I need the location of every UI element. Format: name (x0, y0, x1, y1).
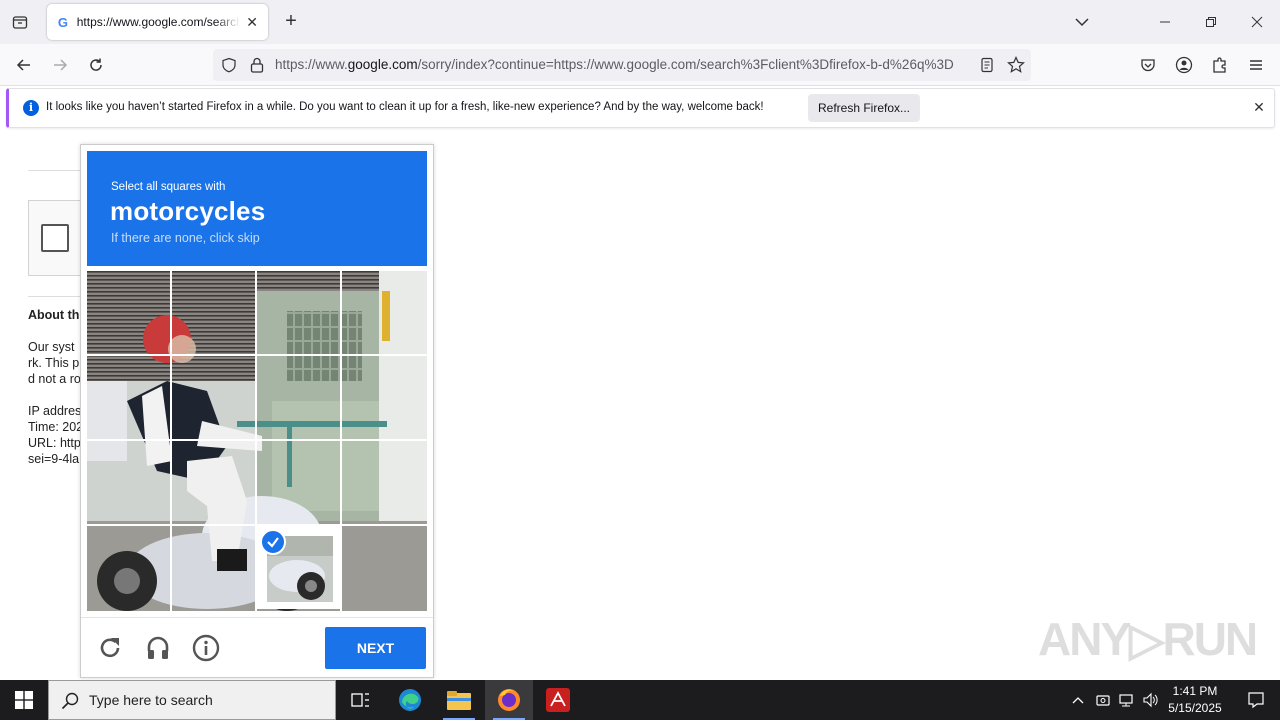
restore-window-icon[interactable] (1188, 0, 1234, 44)
bookmark-star-icon[interactable] (1007, 56, 1025, 79)
recaptcha-checkbox-widget[interactable] (28, 200, 88, 276)
firefox-icon[interactable] (485, 680, 533, 720)
address-bar[interactable]: https://www.google.com/sorry/index?conti… (213, 49, 1031, 81)
forward-arrow-icon[interactable] (45, 50, 75, 80)
windows-start-icon[interactable] (0, 680, 48, 720)
grid-tile[interactable] (342, 356, 425, 439)
grid-tile[interactable] (342, 271, 425, 354)
acrobat-reader-icon[interactable] (534, 680, 582, 720)
clock-time: 1:41 PM (1172, 684, 1218, 698)
grid-tile[interactable] (172, 356, 255, 439)
close-window-icon[interactable] (1234, 0, 1280, 44)
grid-tile[interactable] (172, 271, 255, 354)
grid-tile[interactable] (87, 271, 170, 354)
url-line: URL: http (28, 436, 81, 450)
task-view-icon[interactable] (336, 680, 384, 720)
next-button[interactable]: NEXT (325, 627, 426, 669)
about-heading: About th (28, 308, 80, 322)
reload-icon[interactable] (81, 50, 111, 80)
meet-now-icon[interactable] (1092, 680, 1114, 720)
checkmark-icon (260, 529, 286, 555)
challenge-target: motorcycles (110, 196, 266, 226)
refresh-firefox-button[interactable]: Refresh Firefox... (808, 94, 920, 122)
recaptcha-challenge-dialog: Select all squares with motorcycles If t… (80, 144, 434, 678)
grid-tile[interactable] (257, 356, 340, 439)
grid-tile[interactable] (257, 441, 340, 524)
extensions-puzzle-icon[interactable] (1205, 50, 1235, 80)
windows-taskbar: Type here to search 1:41 PM 5/15/2025 (0, 680, 1280, 720)
sei-line: sei=9-4la (28, 452, 80, 466)
url-path: /sorry/index?continue=https://www.google… (417, 57, 954, 72)
volume-speaker-icon[interactable] (1139, 680, 1161, 720)
notification-center-icon[interactable] (1232, 680, 1280, 720)
help-info-icon[interactable] (191, 633, 221, 663)
grid-tile[interactable] (257, 271, 340, 354)
anyrun-watermark-logo: ANY▷RUN (1038, 613, 1258, 665)
back-arrow-icon[interactable] (9, 50, 39, 80)
page-text-line: Our syst (28, 340, 75, 354)
grid-tile[interactable] (342, 526, 425, 609)
ip-address-line: IP addres (28, 404, 82, 418)
reload-challenge-icon[interactable] (95, 633, 125, 663)
time-line: Time: 202 (28, 420, 84, 434)
grid-tile[interactable] (172, 441, 255, 524)
grid-tile[interactable] (87, 441, 170, 524)
challenge-hint: If there are none, click skip (111, 231, 260, 245)
notification-message: It looks like you haven’t started Firefo… (46, 101, 764, 113)
file-explorer-icon[interactable] (435, 680, 483, 720)
page-text-line: rk. This p (28, 356, 80, 370)
menu-hamburger-icon[interactable] (1241, 50, 1271, 80)
close-notification-icon[interactable]: ✕ (1250, 99, 1268, 117)
grid-tile[interactable] (172, 526, 255, 609)
taskbar-search-placeholder: Type here to search (89, 692, 213, 708)
search-icon (61, 692, 79, 715)
challenge-footer: NEXT (81, 617, 433, 677)
network-icon[interactable] (1115, 680, 1137, 720)
list-all-tabs-icon[interactable] (1072, 12, 1092, 32)
system-clock[interactable]: 1:41 PM 5/15/2025 (1163, 683, 1227, 717)
tab-strip: G https://www.google.com/search?client=f… (0, 0, 1280, 44)
tab-title: https://www.google.com/search?client=fir… (76, 15, 241, 29)
challenge-image-grid (87, 271, 427, 611)
divider (28, 296, 88, 297)
url-text[interactable]: https://www.google.com/sorry/index?conti… (275, 57, 971, 72)
grid-tile[interactable] (87, 526, 170, 609)
challenge-instruction: Select all squares with (111, 181, 226, 193)
close-tab-icon[interactable]: ✕ (244, 14, 260, 31)
taskbar-search-box[interactable]: Type here to search (48, 680, 336, 720)
notification-bar: i It looks like you haven’t started Fire… (6, 88, 1275, 128)
browser-tab[interactable]: G https://www.google.com/search?client=f… (47, 4, 268, 40)
pocket-icon[interactable] (1133, 50, 1163, 80)
audio-challenge-headphones-icon[interactable] (143, 633, 173, 663)
page-text-line: d not a ro (28, 372, 81, 386)
reader-view-icon[interactable] (979, 57, 995, 78)
grid-tile[interactable] (87, 356, 170, 439)
grid-tile-selected[interactable] (257, 526, 340, 609)
clock-date: 5/15/2025 (1168, 701, 1222, 715)
minimize-window-icon[interactable] (1142, 0, 1188, 44)
account-icon[interactable] (1169, 50, 1199, 80)
edge-browser-icon[interactable] (386, 680, 434, 720)
recaptcha-checkbox[interactable] (41, 224, 69, 252)
show-hidden-icons-chevron-icon[interactable] (1066, 680, 1090, 720)
url-prefix: https://www. (275, 57, 348, 72)
info-icon: i (23, 100, 39, 116)
firefox-view-icon[interactable] (6, 8, 34, 36)
divider (28, 170, 88, 171)
google-favicon-icon: G (57, 14, 68, 30)
tracking-protection-shield-icon[interactable] (221, 57, 237, 78)
url-domain: google.com (347, 57, 418, 72)
navigation-toolbar: https://www.google.com/sorry/index?conti… (0, 44, 1280, 86)
new-tab-icon[interactable]: + (280, 10, 302, 32)
lock-icon[interactable] (249, 56, 265, 79)
grid-tile[interactable] (342, 441, 425, 524)
challenge-header: Select all squares with motorcycles If t… (87, 151, 427, 266)
